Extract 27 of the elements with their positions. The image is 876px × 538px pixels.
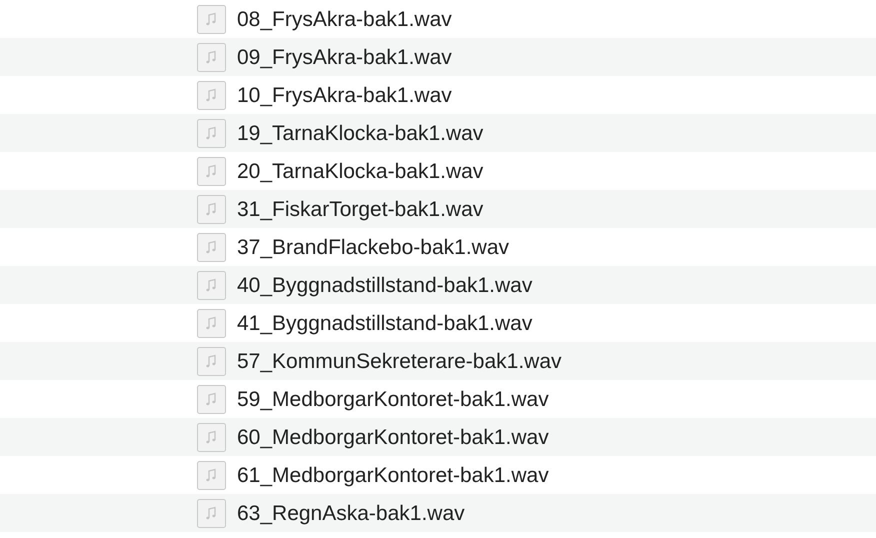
file-name[interactable]: 60_MedborgarKontoret-bak1.wav — [237, 426, 549, 448]
file-name[interactable]: 31_FiskarTorget-bak1.wav — [237, 198, 484, 220]
file-name[interactable]: 08_FrysAkra-bak1.wav — [237, 8, 452, 30]
file-name[interactable]: 09_FrysAkra-bak1.wav — [237, 46, 452, 68]
file-name[interactable]: 10_FrysAkra-bak1.wav — [237, 84, 452, 106]
file-name[interactable]: 59_MedborgarKontoret-bak1.wav — [237, 388, 549, 410]
file-name[interactable]: 37_BrandFlackebo-bak1.wav — [237, 236, 509, 258]
audio-file-icon — [197, 346, 226, 376]
audio-file-icon — [197, 80, 226, 110]
file-name[interactable]: 19_TarnaKlocka-bak1.wav — [237, 122, 484, 144]
audio-file-icon — [197, 460, 226, 490]
audio-file-icon — [197, 270, 226, 300]
audio-file-icon — [197, 498, 226, 528]
audio-file-icon — [197, 384, 226, 414]
file-name[interactable]: 61_MedborgarKontoret-bak1.wav — [237, 464, 549, 486]
audio-file-icon — [197, 232, 226, 262]
audio-file-icon — [197, 118, 226, 148]
file-name[interactable]: 41_Byggnadstillstand-bak1.wav — [237, 312, 532, 334]
audio-file-icon — [197, 156, 226, 186]
file-name[interactable]: 20_TarnaKlocka-bak1.wav — [237, 160, 484, 182]
file-name[interactable]: 40_Byggnadstillstand-bak1.wav — [237, 274, 532, 296]
audio-file-icon — [197, 308, 226, 338]
audio-file-icon — [197, 422, 226, 452]
file-name[interactable]: 63_RegnAska-bak1.wav — [237, 502, 465, 524]
audio-file-icon — [197, 4, 226, 34]
audio-file-icon — [197, 194, 226, 224]
audio-file-icon — [197, 42, 226, 72]
